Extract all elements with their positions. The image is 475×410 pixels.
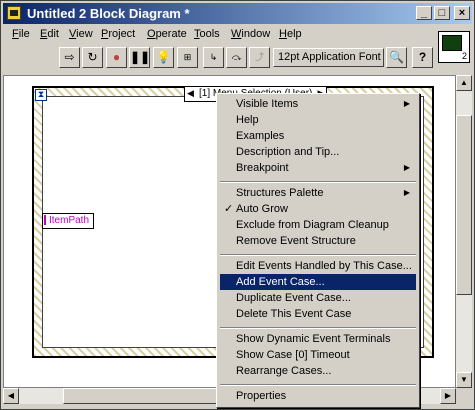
vertical-scroll-thumb[interactable]	[456, 115, 472, 295]
step-out-icon[interactable]: ⤴	[249, 47, 270, 68]
case-prev-arrow-icon[interactable]: ◀	[187, 87, 194, 100]
menu-item-edit-events[interactable]: Edit Events Handled by This Case...	[220, 258, 416, 274]
menu-operate[interactable]: Operate	[147, 28, 187, 40]
menu-project[interactable]: Project	[101, 28, 135, 40]
run-continuous-icon[interactable]: ↻	[82, 47, 103, 68]
labview-window: Untitled 2 Block Diagram * _ □ × File Ed…	[0, 0, 475, 410]
scroll-left-icon[interactable]: ◀	[3, 388, 19, 404]
title-bar[interactable]: Untitled 2 Block Diagram * _ □ ×	[3, 3, 472, 24]
help-icon[interactable]: ?	[412, 47, 433, 68]
run-arrow-icon[interactable]: ⇨	[59, 47, 80, 68]
menu-item-visible-items[interactable]: Visible Items ▶	[220, 96, 416, 112]
menu-item-remove-event-structure[interactable]: Remove Event Structure	[220, 233, 416, 249]
menu-file[interactable]: File	[12, 28, 30, 40]
menu-bar: File Edit View Project Operate Tools Win…	[3, 25, 433, 44]
close-button[interactable]: ×	[454, 6, 470, 20]
menu-help[interactable]: Help	[279, 28, 302, 40]
menu-separator	[220, 384, 416, 386]
menu-item-show-dynamic-terminals[interactable]: Show Dynamic Event Terminals	[220, 331, 416, 347]
menu-item-structures-palette[interactable]: Structures Palette ▶	[220, 185, 416, 201]
menu-window[interactable]: Window	[231, 28, 270, 40]
retain-wire-values-icon[interactable]: ⊞	[177, 47, 198, 68]
itempath-terminal[interactable]: ItemPath	[42, 213, 95, 229]
maximize-button[interactable]: □	[434, 6, 450, 20]
labview-app-icon	[7, 6, 21, 20]
window-title: Untitled 2 Block Diagram *	[27, 6, 190, 21]
menu-item-help[interactable]: Help	[220, 112, 416, 128]
menu-separator	[220, 181, 416, 183]
highlight-execution-icon[interactable]: 💡	[153, 47, 174, 68]
menu-item-properties[interactable]: Properties	[220, 388, 416, 404]
abort-icon[interactable]: ●	[106, 47, 127, 68]
menu-tools[interactable]: Tools	[194, 28, 220, 40]
menu-item-rearrange-cases[interactable]: Rearrange Cases...	[220, 363, 416, 379]
menu-separator	[220, 254, 416, 256]
minimize-button[interactable]: _	[416, 6, 432, 20]
pause-icon[interactable]: ❚❚	[129, 47, 150, 68]
event-timeout-icon[interactable]: ⧗	[35, 89, 47, 101]
vi-icon[interactable]: 2	[438, 31, 470, 63]
menu-item-examples[interactable]: Examples	[220, 128, 416, 144]
font-select[interactable]: 12pt Application Font	[273, 48, 384, 67]
menu-item-breakpoint[interactable]: Breakpoint ▶	[220, 160, 416, 176]
checkmark-icon: ✓	[224, 203, 234, 215]
context-menu: Visible Items ▶ Help Examples Description…	[216, 93, 420, 408]
vi-icon-screen	[442, 35, 462, 51]
menu-edit[interactable]: Edit	[40, 28, 59, 40]
vi-icon-number: 2	[461, 51, 467, 61]
scroll-right-icon[interactable]: ▶	[440, 388, 456, 404]
menu-item-description-tip[interactable]: Description and Tip...	[220, 144, 416, 160]
menu-item-auto-grow[interactable]: ✓ Auto Grow	[220, 201, 416, 217]
menu-item-delete-event-case[interactable]: Delete This Event Case	[220, 306, 416, 322]
menu-separator	[220, 327, 416, 329]
menu-item-show-case-timeout[interactable]: Show Case [0] Timeout	[220, 347, 416, 363]
scroll-up-icon[interactable]: ▲	[456, 75, 472, 91]
menu-item-exclude-cleanup[interactable]: Exclude from Diagram Cleanup	[220, 217, 416, 233]
step-over-icon[interactable]: ⤼	[226, 47, 247, 68]
menu-item-duplicate-event-case[interactable]: Duplicate Event Case...	[220, 290, 416, 306]
submenu-arrow-icon: ▶	[403, 99, 410, 108]
search-icon[interactable]: 🔍	[386, 47, 407, 68]
scroll-down-icon[interactable]: ▼	[456, 372, 472, 388]
menu-item-add-event-case[interactable]: Add Event Case...	[220, 274, 416, 290]
submenu-arrow-icon: ▶	[403, 163, 410, 172]
vertical-scrollbar[interactable]: ▲ ▼	[456, 75, 472, 388]
toolbar: ⇨ ↻ ● ❚❚ 💡 ⊞ ↳ ⤼ ⤴ 12pt Application Font…	[3, 45, 433, 71]
submenu-arrow-icon: ▶	[403, 188, 410, 197]
menu-view[interactable]: View	[69, 28, 93, 40]
step-into-icon[interactable]: ↳	[203, 47, 224, 68]
